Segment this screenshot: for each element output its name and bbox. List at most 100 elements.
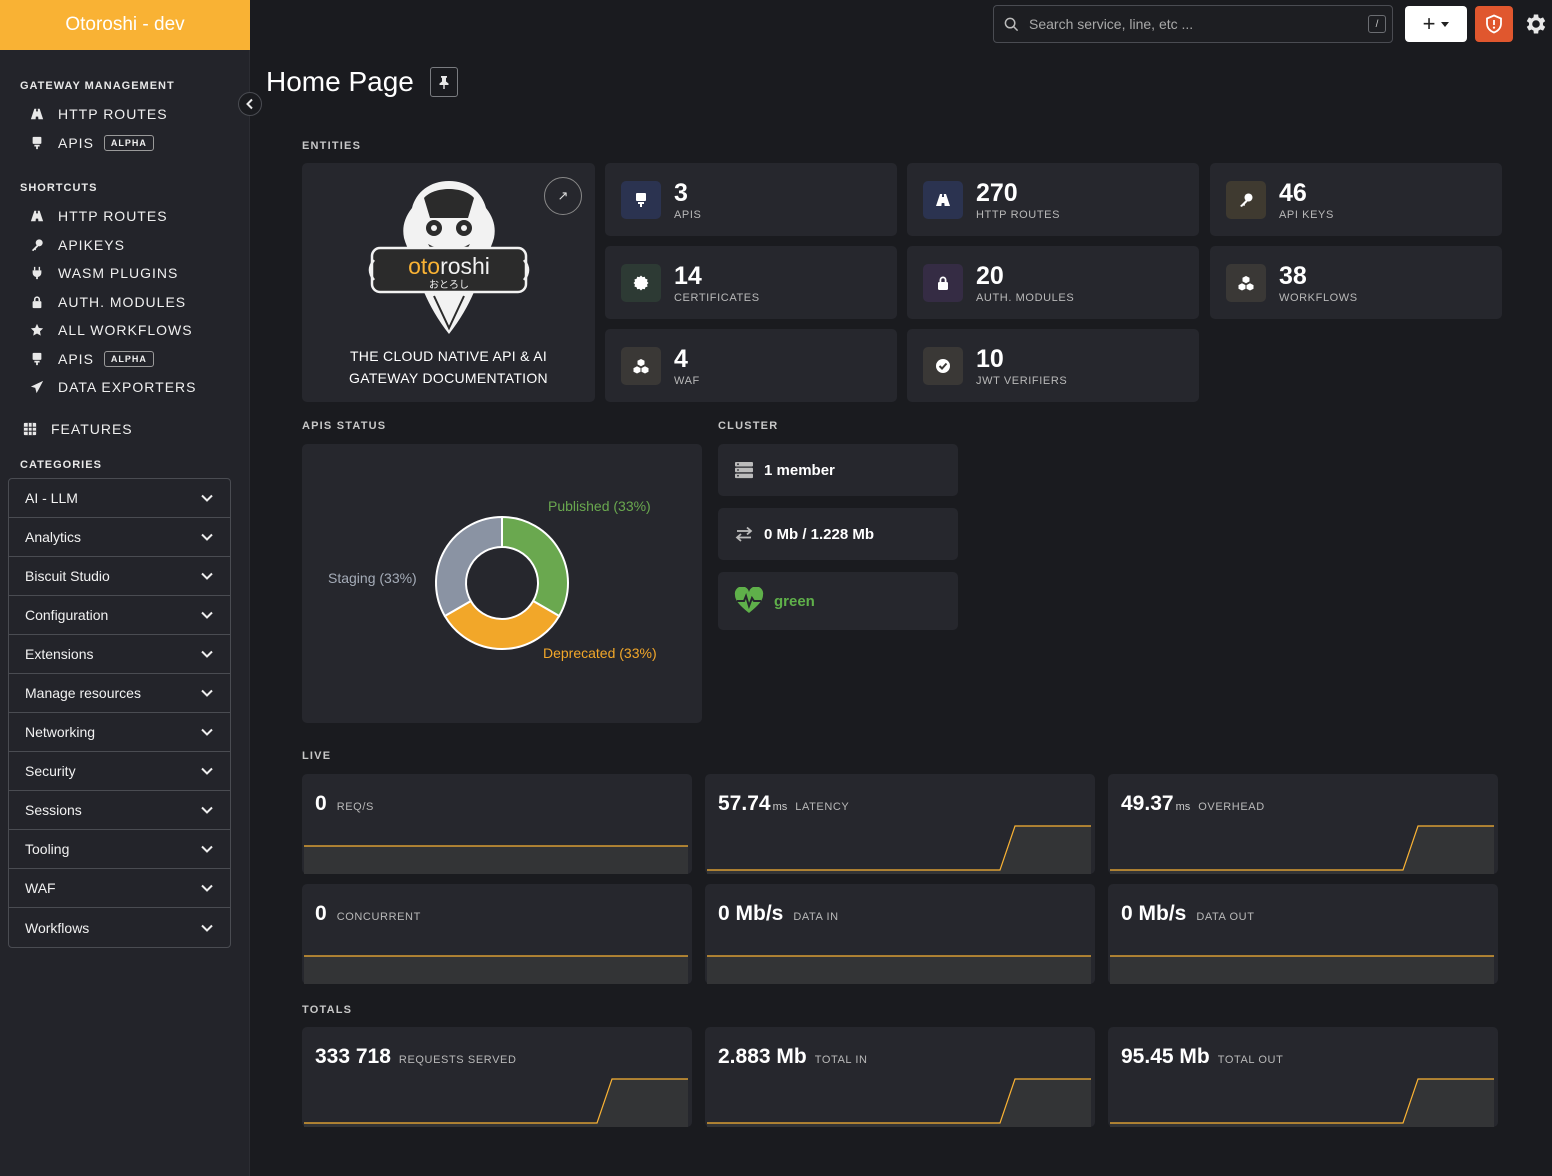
cluster-data: 0 Mb / 1.228 Mb bbox=[718, 508, 958, 560]
entity-card-api-keys[interactable]: 46 API KEYS bbox=[1210, 163, 1502, 236]
api-icon bbox=[32, 136, 42, 150]
sparkline-area bbox=[707, 1079, 1091, 1127]
star-icon bbox=[30, 323, 44, 336]
categories-list: AI - LLM Analytics Biscuit Studio Config… bbox=[8, 478, 231, 948]
entity-count: 14 bbox=[674, 262, 702, 290]
live-label: LIVE bbox=[302, 750, 332, 762]
entity-card-apis[interactable]: 3 APIS bbox=[605, 163, 897, 236]
entity-label: CERTIFICATES bbox=[674, 292, 760, 304]
live-card-data-in: 0 Mb/s DATA IN bbox=[705, 884, 1095, 984]
category-security[interactable]: Security bbox=[9, 752, 230, 791]
entity-label: JWT VERIFIERS bbox=[976, 375, 1068, 387]
category-ai-llm[interactable]: AI - LLM bbox=[9, 479, 230, 518]
shortcut-http-routes[interactable]: HTTP ROUTES bbox=[30, 205, 168, 227]
sparkline bbox=[1110, 955, 1494, 984]
plus-icon: + bbox=[1422, 11, 1436, 36]
entity-card-waf[interactable]: 4 WAF bbox=[605, 329, 897, 402]
caret-down-icon bbox=[1441, 21, 1450, 27]
category-tooling[interactable]: Tooling bbox=[9, 830, 230, 869]
sidebar-item-http-routes[interactable]: HTTP ROUTES bbox=[30, 103, 168, 125]
shortcut-data-exporters[interactable]: DATA EXPORTERS bbox=[30, 376, 196, 398]
donut-slice-2[interactable] bbox=[435, 515, 503, 618]
donut-label-staging: Staging (33%) bbox=[328, 570, 417, 586]
search-box[interactable]: / bbox=[993, 5, 1393, 43]
alpha-badge: ALPHA bbox=[103, 135, 154, 151]
svg-text:おとろし: おとろし bbox=[429, 279, 469, 291]
shortcut-apikeys[interactable]: APIKEYS bbox=[30, 234, 125, 256]
entity-card-auth-modules[interactable]: 20 AUTH. MODULES bbox=[907, 246, 1199, 319]
shortcut-wasm-plugins[interactable]: WASM PLUGINS bbox=[30, 262, 178, 284]
sparkline bbox=[304, 845, 688, 874]
entity-card-jwt-verifiers[interactable]: 10 JWT VERIFIERS bbox=[907, 329, 1199, 402]
documentation-card[interactable]: otoroshi おとろし ↗ THE CLOUD NATIVE API & A… bbox=[302, 163, 595, 402]
sidebar-item-apis[interactable]: APIS ALPHA bbox=[30, 132, 154, 154]
road-icon bbox=[30, 108, 44, 120]
category-workflows[interactable]: Workflows bbox=[9, 908, 230, 947]
security-button[interactable] bbox=[1475, 6, 1513, 42]
sparkline bbox=[707, 825, 1091, 874]
sidebar-item-features[interactable]: FEATURES bbox=[23, 418, 133, 440]
api-icon bbox=[32, 352, 42, 366]
pin-button[interactable] bbox=[430, 67, 458, 97]
cluster-label: CLUSTER bbox=[718, 420, 779, 432]
entities-label: ENTITIES bbox=[302, 140, 362, 152]
sparkline bbox=[1110, 1078, 1494, 1127]
category-analytics[interactable]: Analytics bbox=[9, 518, 230, 557]
chevron-down-icon bbox=[201, 845, 213, 853]
gear-icon[interactable] bbox=[1523, 11, 1549, 37]
donut-slice-1[interactable] bbox=[443, 599, 561, 650]
apis-status-label: APIS STATUS bbox=[302, 420, 387, 432]
entity-card-certificates[interactable]: 14 CERTIFICATES bbox=[605, 246, 897, 319]
svg-text:otoroshi: otoroshi bbox=[408, 253, 490, 279]
collapse-sidebar-button[interactable] bbox=[238, 92, 262, 116]
live-card-concurrent: 0 CONCURRENT bbox=[302, 884, 692, 984]
entity-count: 3 bbox=[674, 179, 688, 207]
category-manage-resources[interactable]: Manage resources bbox=[9, 674, 230, 713]
category-networking[interactable]: Networking bbox=[9, 713, 230, 752]
entity-label: AUTH. MODULES bbox=[976, 292, 1075, 304]
total-card-total-out: 95.45 Mb TOTAL OUT bbox=[1108, 1027, 1498, 1127]
chevron-down-icon bbox=[201, 572, 213, 580]
alpha-badge: ALPHA bbox=[103, 351, 154, 367]
documentation-link[interactable]: THE CLOUD NATIVE API & AI GATEWAY DOCUME… bbox=[302, 345, 595, 389]
donut-label-deprecated: Deprecated (33%) bbox=[543, 645, 657, 661]
entity-card-http-routes[interactable]: 270 HTTP ROUTES bbox=[907, 163, 1199, 236]
totals-label: TOTALS bbox=[302, 1004, 353, 1016]
category-biscuit-studio[interactable]: Biscuit Studio bbox=[9, 557, 230, 596]
live-card-latency: 57.74 ms LATENCY bbox=[705, 774, 1095, 874]
donut-label-published: Published (33%) bbox=[548, 498, 651, 514]
shortcut-auth-modules[interactable]: AUTH. MODULES bbox=[30, 291, 186, 313]
brand-title[interactable]: Otoroshi - dev bbox=[0, 0, 250, 50]
category-waf[interactable]: WAF bbox=[9, 869, 230, 908]
key-icon bbox=[31, 239, 43, 252]
external-link-icon[interactable]: ↗ bbox=[544, 177, 582, 215]
cubes-icon bbox=[633, 359, 649, 374]
entity-count: 4 bbox=[674, 345, 688, 373]
category-extensions[interactable]: Extensions bbox=[9, 635, 230, 674]
search-input[interactable] bbox=[1019, 16, 1368, 32]
live-card-data-out: 0 Mb/s DATA OUT bbox=[1108, 884, 1498, 984]
chevron-down-icon bbox=[201, 611, 213, 619]
live-card-overhead: 49.37 ms OVERHEAD bbox=[1108, 774, 1498, 874]
sparkline bbox=[304, 1078, 688, 1127]
shortcut-apis[interactable]: APIS ALPHA bbox=[30, 348, 154, 370]
chevron-down-icon bbox=[201, 806, 213, 814]
shortcut-all-workflows[interactable]: ALL WORKFLOWS bbox=[30, 319, 193, 341]
certificate-icon bbox=[633, 275, 649, 291]
apis-status-donut: Published (33%) Deprecated (33%) Staging… bbox=[328, 498, 657, 661]
entity-count: 38 bbox=[1279, 262, 1307, 290]
entity-label: API KEYS bbox=[1279, 209, 1334, 221]
chevron-down-icon bbox=[201, 884, 213, 892]
cluster-members[interactable]: 1 member bbox=[718, 444, 958, 496]
sparkline-area bbox=[304, 956, 688, 984]
sparkline-area bbox=[304, 1079, 688, 1127]
category-sessions[interactable]: Sessions bbox=[9, 791, 230, 830]
entity-card-workflows[interactable]: 38 WORKFLOWS bbox=[1210, 246, 1502, 319]
heartbeat-icon bbox=[734, 587, 764, 613]
entity-label: WORKFLOWS bbox=[1279, 292, 1358, 304]
add-button[interactable]: + bbox=[1405, 6, 1467, 42]
category-configuration[interactable]: Configuration bbox=[9, 596, 230, 635]
total-card-requests-served: 333 718 REQUESTS SERVED bbox=[302, 1027, 692, 1127]
chevron-down-icon bbox=[201, 494, 213, 502]
page-title: Home Page bbox=[266, 66, 414, 97]
